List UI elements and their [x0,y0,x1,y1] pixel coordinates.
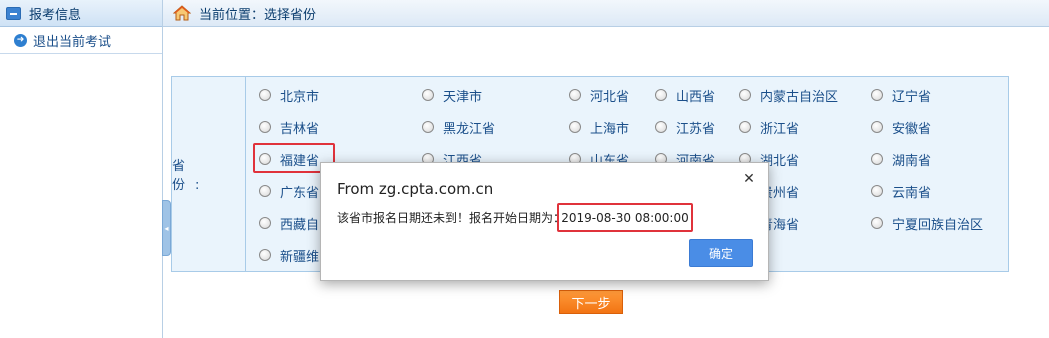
radio-option-shanghai[interactable]: 上海市 [569,117,629,137]
option-label: 浙江省 [760,121,800,137]
option-label: 宁夏回族自治区 [892,217,984,233]
radio-option-neimenggu[interactable]: 内蒙古自治区 [739,85,838,105]
radio-button[interactable] [655,89,667,101]
radio-button[interactable] [569,121,581,133]
option-label: 黑龙江省 [443,121,496,137]
radio-option-zhejiang[interactable]: 浙江省 [739,117,799,137]
option-label: 吉林省 [280,121,320,137]
radio-button[interactable] [259,217,271,229]
option-label: 广东省 [280,185,320,201]
radio-button[interactable] [259,185,271,197]
arrow-right-icon: ➜ [14,33,27,47]
radio-option-jilin[interactable]: 吉林省 [259,117,319,137]
ok-button[interactable]: 确定 [689,239,753,267]
radio-button[interactable] [739,89,751,101]
radio-button[interactable] [739,121,751,133]
sidebar: 报考信息 ➜ 退出当前考试 [0,0,163,338]
option-label: 山西省 [676,89,716,105]
radio-option-guangdong[interactable]: 广东省 [259,181,319,201]
breadcrumb: 当前位置：选择省份 [163,0,1049,27]
option-label: 北京市 [280,89,320,105]
radio-option-xizang[interactable]: 西藏自 [259,213,319,233]
option-label: 云南省 [892,185,932,201]
province-field-label: 省 份: [172,77,246,271]
radio-button[interactable] [422,121,434,133]
sidebar-item-exit-exam[interactable]: ➜ 退出当前考试 [0,27,162,54]
radio-button[interactable] [259,121,271,133]
minus-box-icon[interactable] [6,6,21,20]
dialog-title: From zg.cpta.com.cn [337,180,494,198]
sidebar-item-label: 退出当前考试 [33,34,112,50]
option-label: 辽宁省 [892,89,932,105]
radio-option-yunnan[interactable]: 云南省 [871,181,931,201]
alert-dialog: From zg.cpta.com.cn ✕ 该省市报名日期还未到！报名开始日期为… [320,162,769,281]
sidebar-collapse-handle[interactable]: ◂ [162,200,171,256]
radio-button[interactable] [871,121,883,133]
radio-option-tianjin[interactable]: 天津市 [422,85,482,105]
option-label: 内蒙古自治区 [760,89,839,105]
next-step-button[interactable]: 下一步 [559,290,623,314]
radio-option-hebei[interactable]: 河北省 [569,85,629,105]
option-label: 西藏自 [280,217,320,233]
radio-button[interactable] [871,185,883,197]
radio-button[interactable] [259,249,271,261]
option-label: 江苏省 [676,121,716,137]
close-icon[interactable]: ✕ [740,170,758,188]
radio-button[interactable] [422,89,434,101]
home-icon [173,5,191,21]
sidebar-header-label: 报考信息 [29,7,82,23]
option-label: 湖南省 [892,153,932,169]
radio-option-liaoning[interactable]: 辽宁省 [871,85,931,105]
dialog-message: 该省市报名日期还未到！报名开始日期为： [337,211,566,225]
radio-option-anhui[interactable]: 安徽省 [871,117,931,137]
radio-button[interactable] [871,153,883,165]
radio-button[interactable] [655,121,667,133]
radio-button[interactable] [259,89,271,101]
option-label: 上海市 [590,121,630,137]
radio-option-xinjiang[interactable]: 新疆维 [259,245,319,265]
radio-option-hunan[interactable]: 湖南省 [871,149,931,169]
radio-button[interactable] [569,89,581,101]
option-label: 河北省 [590,89,630,105]
option-label: 安徽省 [892,121,932,137]
radio-option-jiangsu[interactable]: 江苏省 [655,117,715,137]
radio-option-heilongjiang[interactable]: 黑龙江省 [422,117,495,137]
radio-option-beijing[interactable]: 北京市 [259,85,319,105]
radio-option-shanxi[interactable]: 山西省 [655,85,715,105]
option-label: 天津市 [443,89,483,105]
sidebar-header: 报考信息 [0,0,162,27]
dialog-date: 2019-08-30 08:00:00 [557,203,693,232]
radio-button[interactable] [871,89,883,101]
breadcrumb-text: 当前位置：选择省份 [199,7,317,23]
radio-option-ningxia[interactable]: 宁夏回族自治区 [871,213,983,233]
option-label: 新疆维 [280,249,320,265]
radio-button[interactable] [871,217,883,229]
